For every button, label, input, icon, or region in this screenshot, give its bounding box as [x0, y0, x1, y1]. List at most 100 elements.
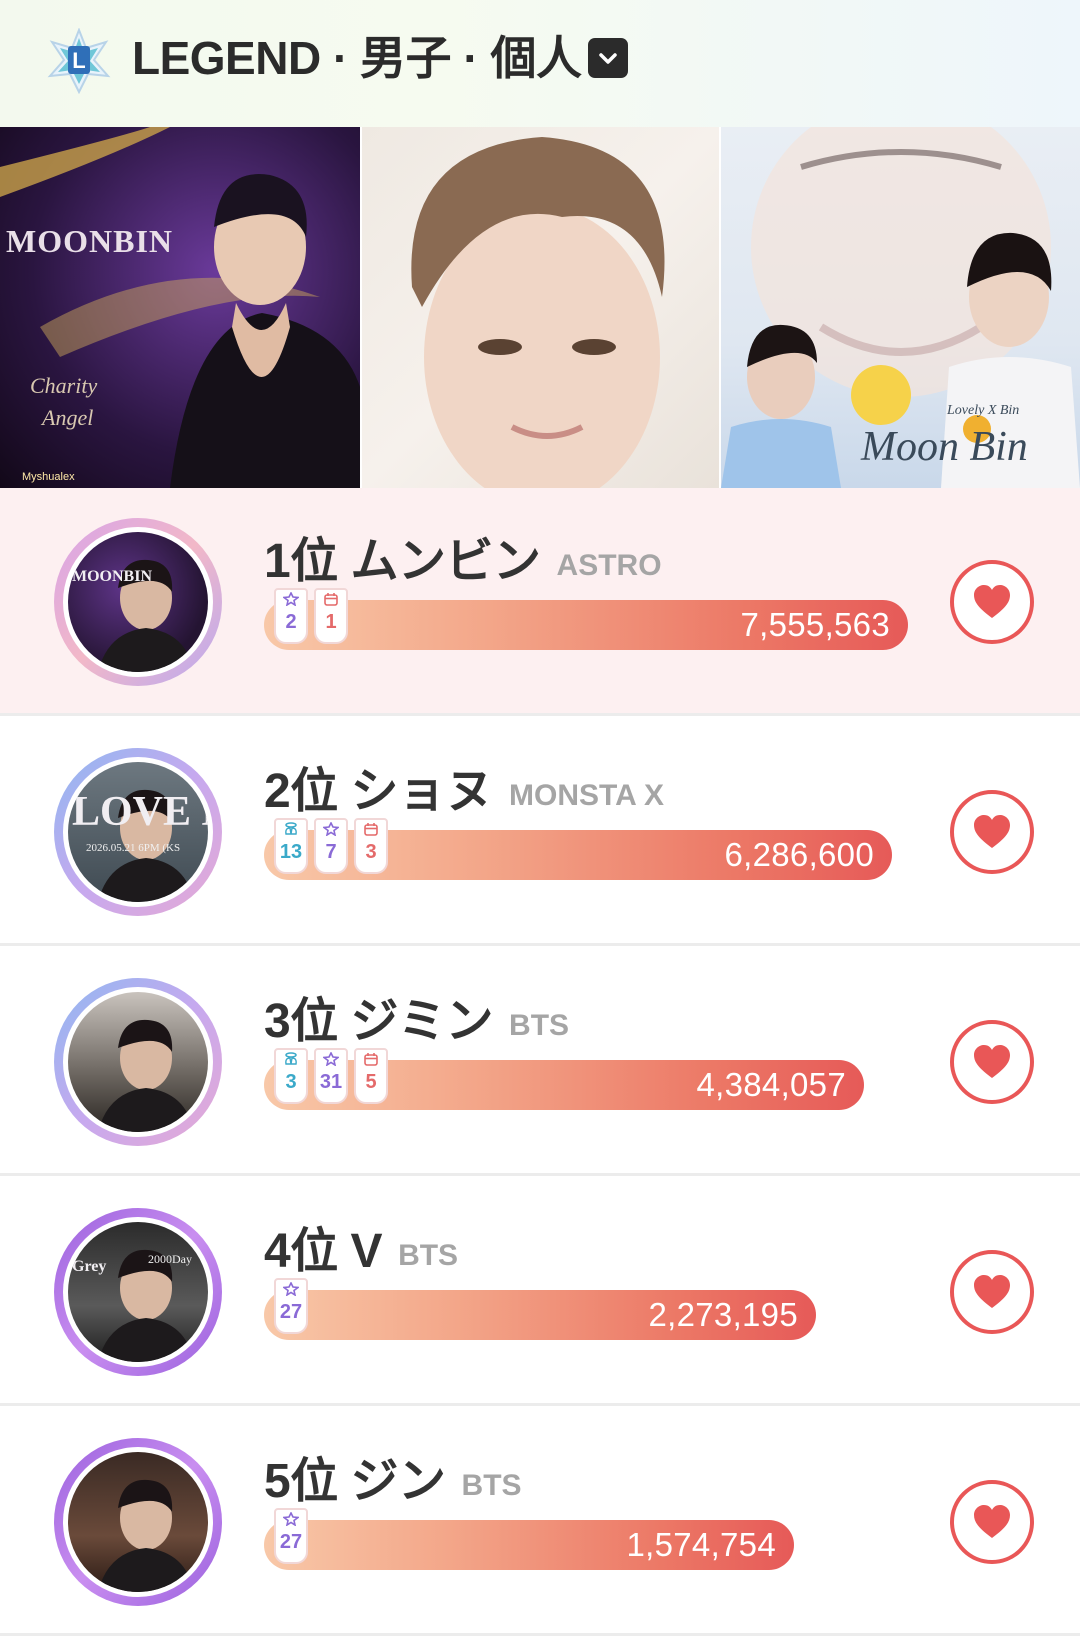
group-name: BTS: [509, 1009, 570, 1042]
avatar-subcaption: 2026.05.21 6PM (KS: [86, 842, 181, 854]
badge-group: 27: [274, 1508, 308, 1564]
avatar-image: [68, 1452, 208, 1592]
badge-count: 27: [279, 1531, 303, 1553]
heart-icon: [974, 1045, 1010, 1078]
angel-badge: 3: [274, 1048, 308, 1104]
badge-count: 2: [285, 611, 297, 633]
avatar-frame: [63, 987, 213, 1137]
banner-credit: Myshualex: [22, 471, 75, 483]
rank-heading: 2位 ショヌ MONSTA X: [264, 760, 664, 820]
avatar-caption: LOVE M: [72, 789, 208, 835]
heart-icon: [974, 1505, 1010, 1538]
vote-heart-button[interactable]: [950, 1250, 1034, 1334]
avatar-caption: MOONBIN: [72, 568, 152, 585]
page-title: LEGEND · 男子 · 個人: [132, 32, 582, 84]
rank-heading: 1位 ムンビン ASTRO: [264, 530, 662, 590]
star-badge: 27: [274, 1508, 308, 1564]
badge-group: 27: [274, 1278, 308, 1334]
ranking-row[interactable]: 3位 ジミン BTS 3 31 5 4,384,057: [0, 948, 1080, 1176]
vote-count: 1,574,754: [626, 1526, 776, 1563]
rank-heading: 3位 ジミン BTS: [264, 990, 569, 1050]
vote-count: 2,273,195: [648, 1296, 798, 1333]
svg-text:L: L: [72, 48, 85, 73]
vote-bar: 2 1 7,555,563: [264, 588, 908, 650]
vote-count: 6,286,600: [724, 836, 874, 873]
avatar[interactable]: [54, 1438, 222, 1606]
ranking-row[interactable]: LOVE M 2026.05.21 6PM (KS 2位 ショヌ MONSTA X 13…: [0, 718, 1080, 946]
ranking-row[interactable]: MOONBIN 1位 ムンビン ASTRO 2 1 7,555,563: [0, 488, 1080, 716]
rank-and-name: 4位 V: [264, 1225, 383, 1278]
angel-badge: 13: [274, 818, 308, 874]
calendar-badge: 1: [314, 588, 348, 644]
vote-bar: 27 2,273,195: [264, 1278, 816, 1340]
star-icon: [321, 821, 341, 840]
star-badge: 2: [274, 588, 308, 644]
avatar-frame: MOONBIN: [63, 527, 213, 677]
banner-image-2[interactable]: [362, 127, 719, 488]
star-icon: [321, 1051, 341, 1070]
calendar-badge: 5: [354, 1048, 388, 1104]
badge-group: 3 31 5: [274, 1048, 388, 1104]
star-badge: 31: [314, 1048, 348, 1104]
avatar-image: MOONBIN: [68, 532, 208, 672]
vote-bar: 27 1,574,754: [264, 1508, 794, 1570]
avatar-frame: LOVE M 2026.05.21 6PM (KS: [63, 757, 213, 907]
badge-count: 5: [365, 1071, 377, 1093]
page-header: L LEGEND · 男子 · 個人: [0, 0, 1080, 127]
group-name: MONSTA X: [509, 779, 665, 812]
legend-logo-icon: L: [46, 27, 112, 95]
avatar-frame: Grey 2000Day: [63, 1217, 213, 1367]
banner-image-3[interactable]: Lovely X Bin Moon Bin: [721, 127, 1080, 488]
angel-icon: [283, 1052, 299, 1070]
avatar[interactable]: Grey 2000Day: [54, 1208, 222, 1376]
vote-heart-button[interactable]: [950, 1020, 1034, 1104]
group-name: ASTRO: [556, 549, 662, 582]
chevron-down-icon: [599, 53, 617, 64]
avatar-frame: [63, 1447, 213, 1597]
star-icon: [281, 591, 301, 610]
badge-count: 3: [285, 1071, 297, 1093]
avatar[interactable]: MOONBIN: [54, 518, 222, 686]
heart-icon: [974, 585, 1010, 618]
rank-and-name: 1位 ムンビン: [264, 535, 541, 588]
badge-count: 1: [325, 611, 337, 633]
banner-subtitle-2: Angel: [42, 405, 94, 430]
group-name: BTS: [398, 1239, 459, 1272]
calendar-badge: 3: [354, 818, 388, 874]
rank-and-name: 3位 ジミン: [264, 995, 494, 1048]
vote-heart-button[interactable]: [950, 790, 1034, 874]
angel-icon: [283, 822, 299, 840]
badge-group: 13 7 3: [274, 818, 388, 874]
star-badge: 27: [274, 1278, 308, 1334]
ranking-row[interactable]: Grey 2000Day 4位 V BTS 27 2,273,195: [0, 1178, 1080, 1406]
banner-gallery: MOONBIN Charity Angel Myshualex Lovely X: [0, 127, 1080, 488]
star-icon: [281, 1281, 301, 1300]
rank-heading: 5位 ジン BTS: [264, 1450, 522, 1510]
banner-title: MOONBIN: [6, 223, 173, 259]
heart-icon: [974, 815, 1010, 848]
star-icon: [281, 1511, 301, 1530]
vote-heart-button[interactable]: [950, 1480, 1034, 1564]
star-badge: 7: [314, 818, 348, 874]
rank-heading: 4位 V BTS: [264, 1220, 458, 1280]
banner-image-1[interactable]: MOONBIN Charity Angel Myshualex: [0, 127, 360, 488]
category-dropdown-button[interactable]: [588, 38, 628, 78]
ranking-row[interactable]: 5位 ジン BTS 27 1,574,754: [0, 1408, 1080, 1636]
calendar-icon: [363, 822, 379, 840]
calendar-icon: [363, 1052, 379, 1070]
group-name: BTS: [461, 1469, 522, 1502]
banner-subtitle-1: Charity: [30, 373, 98, 398]
badge-count: 7: [325, 841, 337, 863]
vote-heart-button[interactable]: [950, 560, 1034, 644]
rank-and-name: 5位 ジン: [264, 1455, 446, 1508]
badge-count: 13: [279, 841, 303, 863]
avatar-subcaption: 2000Day: [148, 1252, 192, 1266]
avatar[interactable]: [54, 978, 222, 1146]
vote-bar: 13 7 3 6,286,600: [264, 818, 892, 880]
heart-icon: [974, 1275, 1010, 1308]
banner-signature: Moon Bin: [861, 424, 1028, 470]
avatar[interactable]: LOVE M 2026.05.21 6PM (KS: [54, 748, 222, 916]
calendar-icon: [323, 592, 339, 610]
vote-count: 7,555,563: [740, 606, 890, 643]
avatar-image: Grey 2000Day: [68, 1222, 208, 1362]
